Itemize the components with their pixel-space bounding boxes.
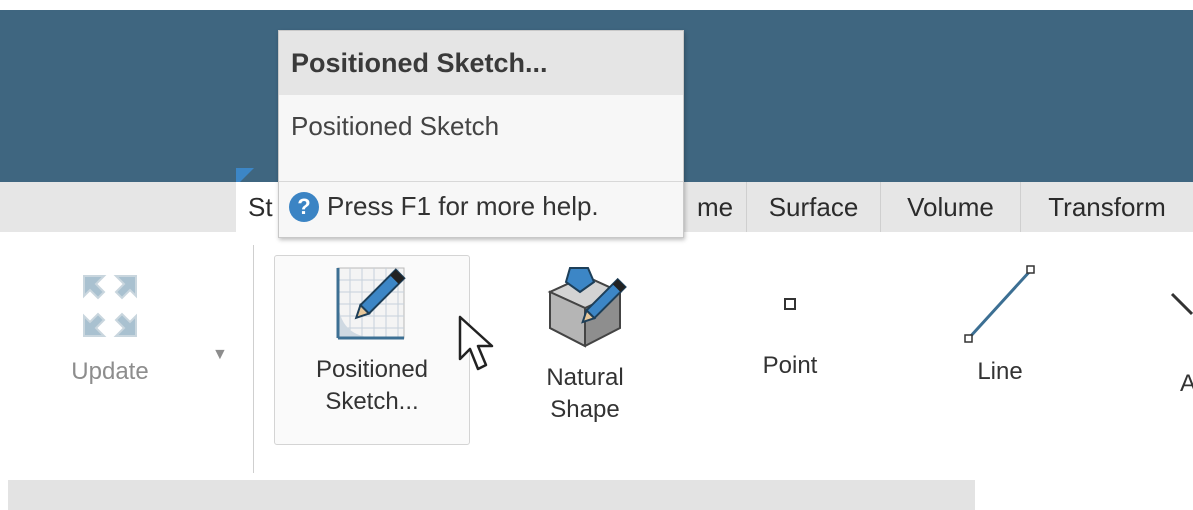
tooltip-help-text: Press F1 for more help.	[327, 191, 599, 221]
tab-label: St	[248, 191, 273, 222]
help-question-icon: ?	[289, 191, 319, 222]
tab-label: Volume	[907, 191, 994, 222]
tab-label: Transform	[1048, 191, 1166, 222]
tab-surface[interactable]: Surface	[746, 182, 880, 232]
point-icon	[784, 298, 796, 310]
tooltip-divider	[279, 181, 683, 182]
line-label: Line	[977, 358, 1023, 385]
natural-shape-button[interactable]: Natural Shape	[500, 262, 670, 426]
tab-label: Surface	[768, 191, 859, 222]
tab-wireframe[interactable]: me	[684, 182, 746, 232]
ribbon-divider	[253, 245, 254, 473]
positioned-sketch-button[interactable]: Positioned Sketch...	[274, 255, 470, 445]
update-label: Update	[71, 358, 149, 385]
tooltip-popup: Positioned Sketch... Positioned Sketch ?…	[278, 30, 684, 238]
tooltip-description: Positioned Sketch	[291, 111, 500, 141]
positioned-sketch-label-line1: Positioned	[315, 356, 429, 383]
natural-shape-icon	[547, 267, 627, 348]
positioned-sketch-label-line2: Sketch...	[325, 388, 419, 415]
update-arrows-icon	[83, 275, 137, 337]
mouse-cursor-icon	[458, 315, 494, 371]
update-button[interactable]: Update	[40, 270, 180, 388]
positioned-sketch-icon	[336, 267, 406, 340]
natural-shape-label-line1: Natural	[546, 364, 624, 391]
tooltip-help-row: ? Press F1 for more help.	[289, 191, 599, 222]
tab-label: me	[696, 191, 734, 222]
partial-tool-icon	[1170, 292, 1193, 316]
natural-shape-label-line2: Shape	[550, 396, 620, 423]
tab-volume[interactable]: Volume	[880, 182, 1020, 232]
point-label: Point	[762, 352, 818, 379]
line-icon	[964, 265, 1035, 343]
update-dropdown-chevron-icon[interactable]: ▼	[212, 346, 228, 364]
point-button[interactable]: Point	[720, 270, 860, 382]
tooltip-title: Positioned Sketch...	[279, 31, 683, 95]
line-button[interactable]: Line	[930, 262, 1070, 388]
workspace-bar	[8, 480, 975, 510]
tab-transform[interactable]: Transform	[1020, 182, 1193, 232]
partial-tool-label[interactable]: A	[1180, 370, 1193, 398]
